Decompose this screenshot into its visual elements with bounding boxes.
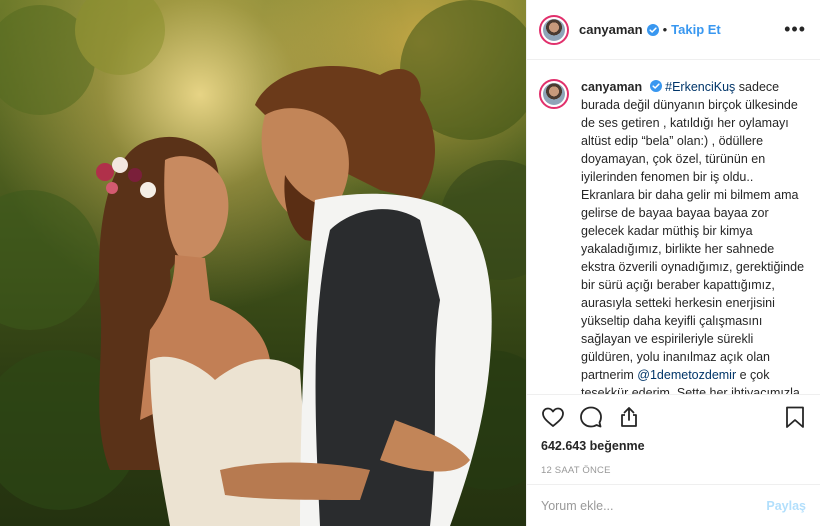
caption-username[interactable]: canyaman bbox=[581, 80, 642, 94]
caption-text: canyaman #ErkenciKuş sadece burada değil… bbox=[581, 78, 806, 394]
verified-badge-icon bbox=[649, 80, 662, 92]
share-icon bbox=[621, 407, 637, 427]
heart-icon bbox=[542, 407, 564, 427]
save-button[interactable] bbox=[784, 405, 806, 429]
caption-mention[interactable]: @1demetozdemir bbox=[637, 368, 736, 382]
post-header: canyaman • Takip Et ••• bbox=[527, 0, 820, 60]
header-separator: • bbox=[662, 22, 668, 37]
post-comment-button[interactable]: Paylaş bbox=[766, 499, 806, 513]
comment-button[interactable] bbox=[579, 405, 603, 429]
verified-badge-icon bbox=[646, 23, 659, 36]
author-avatar[interactable] bbox=[539, 14, 569, 45]
comment-input[interactable] bbox=[541, 498, 767, 513]
instagram-post: canyaman • Takip Et ••• canyaman #Erkenc… bbox=[0, 0, 820, 526]
like-count[interactable]: 642.643 beğenme bbox=[541, 439, 806, 453]
comments-panel[interactable]: canyaman #ErkenciKuş sadece burada değil… bbox=[527, 60, 820, 394]
bookmark-icon bbox=[786, 406, 804, 428]
post-sidebar: canyaman • Takip Et ••• canyaman #Erkenc… bbox=[526, 0, 820, 526]
follow-button[interactable]: Takip Et bbox=[671, 22, 721, 37]
more-options-button[interactable]: ••• bbox=[784, 19, 806, 40]
caption-hashtag[interactable]: #ErkenciKuş bbox=[665, 80, 735, 94]
add-comment-form: Paylaş bbox=[527, 484, 820, 526]
action-icons bbox=[541, 397, 806, 437]
share-button[interactable] bbox=[617, 405, 641, 429]
caption: canyaman #ErkenciKuş sadece burada değil… bbox=[539, 78, 806, 394]
author-username[interactable]: canyaman bbox=[579, 22, 643, 37]
post-photo[interactable] bbox=[0, 0, 526, 526]
like-button[interactable] bbox=[541, 405, 565, 429]
caption-avatar[interactable] bbox=[539, 79, 569, 109]
comment-icon bbox=[580, 406, 602, 428]
wedding-couple-photo bbox=[0, 0, 526, 526]
caption-body-1: sadece burada değil dünyanın birçok ülke… bbox=[581, 80, 805, 382]
post-timestamp[interactable]: 12 SAAT ÖNCE bbox=[541, 465, 806, 476]
